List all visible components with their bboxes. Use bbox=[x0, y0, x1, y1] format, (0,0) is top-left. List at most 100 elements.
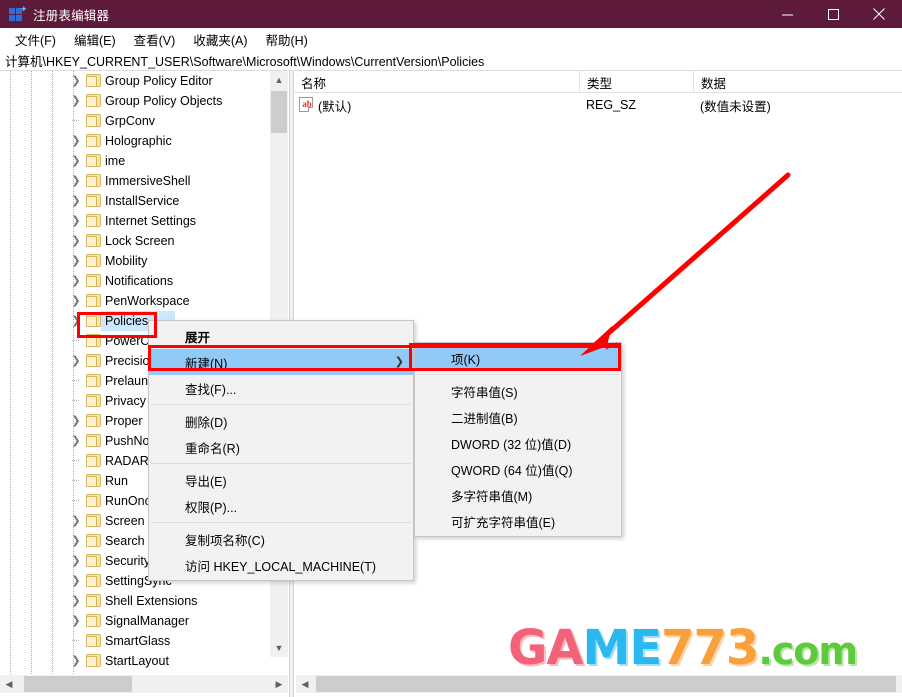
chevron-right-icon[interactable]: ❯ bbox=[70, 655, 82, 667]
menu-file[interactable]: 文件(F) bbox=[6, 28, 65, 52]
folder-icon bbox=[86, 454, 101, 467]
chevron-right-icon[interactable]: ❯ bbox=[70, 555, 82, 567]
folder-icon bbox=[86, 314, 101, 327]
address-bar[interactable]: 计算机\HKEY_CURRENT_USER\Software\Microsoft… bbox=[0, 51, 902, 71]
context-menu-item[interactable]: 访问 HKEY_LOCAL_MACHINE(T) bbox=[149, 552, 413, 578]
folder-icon bbox=[86, 234, 101, 247]
chevron-right-icon[interactable]: ❯ bbox=[70, 315, 82, 327]
tree-item-installservice[interactable]: ❯ InstallService bbox=[0, 191, 270, 211]
tree-item-signalmanager[interactable]: ❯ SignalManager bbox=[0, 611, 270, 631]
tree-item-lock-screen[interactable]: ❯ Lock Screen bbox=[0, 231, 270, 251]
chevron-right-icon[interactable]: ❯ bbox=[70, 195, 82, 207]
chevron-right-icon[interactable]: ❯ bbox=[70, 215, 82, 227]
context-menu-item[interactable]: 新建(N) ❯ bbox=[149, 349, 413, 375]
menu-edit[interactable]: 编辑(E) bbox=[65, 28, 125, 52]
close-button[interactable] bbox=[856, 0, 902, 28]
minimize-button[interactable] bbox=[764, 0, 810, 28]
chevron-right-icon[interactable]: ❯ bbox=[70, 535, 82, 547]
scroll-down-icon[interactable]: ▼ bbox=[270, 639, 288, 657]
tree-connector-line bbox=[72, 380, 80, 381]
tree-item-group-policy-editor[interactable]: ❯ Group Policy Editor bbox=[0, 71, 270, 91]
tree-connector-line bbox=[72, 500, 80, 501]
scroll-left-icon[interactable]: ◀ bbox=[296, 675, 314, 693]
values-horizontal-scrollbar[interactable]: ◀ bbox=[296, 675, 902, 693]
title-bar: ✦ 注册表编辑器 bbox=[0, 0, 902, 28]
context-menu-item-label: 权限(P)... bbox=[185, 500, 238, 515]
registry-editor-window: ✦ 注册表编辑器 文件(F) 编辑(E) 查看(V) 收藏夹(A) 帮助(H) … bbox=[0, 0, 902, 697]
tree-hscroll-thumb[interactable] bbox=[24, 676, 132, 692]
context-menu-item[interactable]: 导出(E) bbox=[149, 467, 413, 493]
site-watermark: GAME773.com bbox=[508, 620, 858, 677]
chevron-right-icon[interactable]: ❯ bbox=[70, 175, 82, 187]
chevron-right-icon[interactable]: ❯ bbox=[70, 235, 82, 247]
context-menu-item[interactable]: 展开 bbox=[149, 323, 413, 349]
scroll-left-icon[interactable]: ◀ bbox=[0, 675, 18, 693]
tree-item-penworkspace[interactable]: ❯ PenWorkspace bbox=[0, 291, 270, 311]
context-menu-item[interactable]: 重命名(R) bbox=[149, 434, 413, 460]
tree-item-grpconv[interactable]: GrpConv bbox=[0, 111, 270, 131]
scroll-right-icon[interactable]: ▶ bbox=[270, 675, 288, 693]
chevron-right-icon[interactable]: ❯ bbox=[70, 595, 82, 607]
chevron-right-icon[interactable]: ❯ bbox=[70, 95, 82, 107]
submenu-item[interactable]: 二进制值(B) bbox=[415, 404, 621, 430]
tree-item-ime[interactable]: ❯ ime bbox=[0, 151, 270, 171]
tree-item-immersiveshell[interactable]: ❯ ImmersiveShell bbox=[0, 171, 270, 191]
column-header-name[interactable]: 名称 bbox=[294, 71, 579, 93]
watermark-part-3: 773 bbox=[661, 620, 759, 676]
scroll-up-icon[interactable]: ▲ bbox=[270, 71, 288, 89]
tree-scroll-thumb[interactable] bbox=[271, 91, 287, 133]
context-menu-item-label: 重命名(R) bbox=[185, 441, 240, 456]
tree-item-mobility[interactable]: ❯ Mobility bbox=[0, 251, 270, 271]
submenu-item[interactable]: DWORD (32 位)值(D) bbox=[415, 430, 621, 456]
submenu-item[interactable]: QWORD (64 位)值(Q) bbox=[415, 456, 621, 482]
tree-item-label: Group Policy Objects bbox=[105, 94, 223, 108]
tree-horizontal-scrollbar[interactable]: ◀ ▶ bbox=[0, 675, 288, 693]
chevron-right-icon[interactable]: ❯ bbox=[70, 355, 82, 367]
tree-item-startlayout[interactable]: ❯ StartLayout bbox=[0, 651, 270, 671]
submenu-item[interactable]: 可扩充字符串值(E) bbox=[415, 508, 621, 534]
registry-key-context-menu[interactable]: 展开 新建(N) ❯ 查找(F)... 删除(D) 重命名(R) 导出(E) 权限(P)...… bbox=[148, 320, 414, 581]
column-header-type[interactable]: 类型 bbox=[579, 71, 693, 93]
context-menu-item[interactable]: 复制项名称(C) bbox=[149, 526, 413, 552]
tree-item-label: SignalManager bbox=[105, 614, 190, 628]
context-menu-item[interactable]: 查找(F)... bbox=[149, 375, 413, 401]
chevron-right-icon[interactable]: ❯ bbox=[70, 515, 82, 527]
values-hscroll-thumb[interactable] bbox=[316, 676, 896, 692]
tree-item-shell-extensions[interactable]: ❯ Shell Extensions bbox=[0, 591, 270, 611]
chevron-right-icon[interactable]: ❯ bbox=[70, 155, 82, 167]
tree-connector-line bbox=[72, 400, 80, 401]
tree-item-label: RADAR bbox=[105, 454, 149, 468]
context-menu-item[interactable]: 权限(P)... bbox=[149, 493, 413, 519]
tree-item-label: ime bbox=[105, 154, 126, 168]
chevron-right-icon[interactable]: ❯ bbox=[70, 75, 82, 87]
tree-item-notifications[interactable]: ❯ Notifications bbox=[0, 271, 270, 291]
folder-icon bbox=[86, 574, 101, 587]
chevron-right-icon[interactable]: ❯ bbox=[70, 615, 82, 627]
context-menu-item-label: 导出(E) bbox=[185, 474, 227, 489]
menu-help[interactable]: 帮助(H) bbox=[256, 28, 316, 52]
column-header-data[interactable]: 数据 bbox=[693, 71, 902, 93]
menu-favorites[interactable]: 收藏夹(A) bbox=[184, 28, 256, 52]
chevron-right-icon[interactable]: ❯ bbox=[70, 575, 82, 587]
chevron-right-icon[interactable]: ❯ bbox=[70, 275, 82, 287]
new-submenu[interactable]: 项(K) 字符串值(S) 二进制值(B) DWORD (32 位)值(D) QWORD … bbox=[414, 342, 622, 537]
chevron-right-icon[interactable]: ❯ bbox=[70, 255, 82, 267]
submenu-item[interactable]: 多字符串值(M) bbox=[415, 482, 621, 508]
tree-item-smartglass[interactable]: SmartGlass bbox=[0, 631, 270, 651]
chevron-right-icon[interactable]: ❯ bbox=[70, 295, 82, 307]
table-row[interactable]: (默认) REG_SZ (数值未设置) bbox=[294, 95, 902, 115]
chevron-right-icon[interactable]: ❯ bbox=[70, 415, 82, 427]
chevron-right-icon[interactable]: ❯ bbox=[70, 135, 82, 147]
tree-item-holographic[interactable]: ❯ Holographic bbox=[0, 131, 270, 151]
submenu-item[interactable]: 项(K) bbox=[415, 345, 621, 371]
folder-icon bbox=[86, 494, 101, 507]
chevron-right-icon[interactable]: ❯ bbox=[70, 435, 82, 447]
menu-view[interactable]: 查看(V) bbox=[125, 28, 185, 52]
submenu-item[interactable]: 字符串值(S) bbox=[415, 378, 621, 404]
tree-item-internet-settings[interactable]: ❯ Internet Settings bbox=[0, 211, 270, 231]
tree-item-group-policy-objects[interactable]: ❯ Group Policy Objects bbox=[0, 91, 270, 111]
maximize-button[interactable] bbox=[810, 0, 856, 28]
context-menu-item[interactable]: 删除(D) bbox=[149, 408, 413, 434]
watermark-part-1: GA bbox=[508, 620, 584, 676]
folder-icon bbox=[86, 554, 101, 567]
